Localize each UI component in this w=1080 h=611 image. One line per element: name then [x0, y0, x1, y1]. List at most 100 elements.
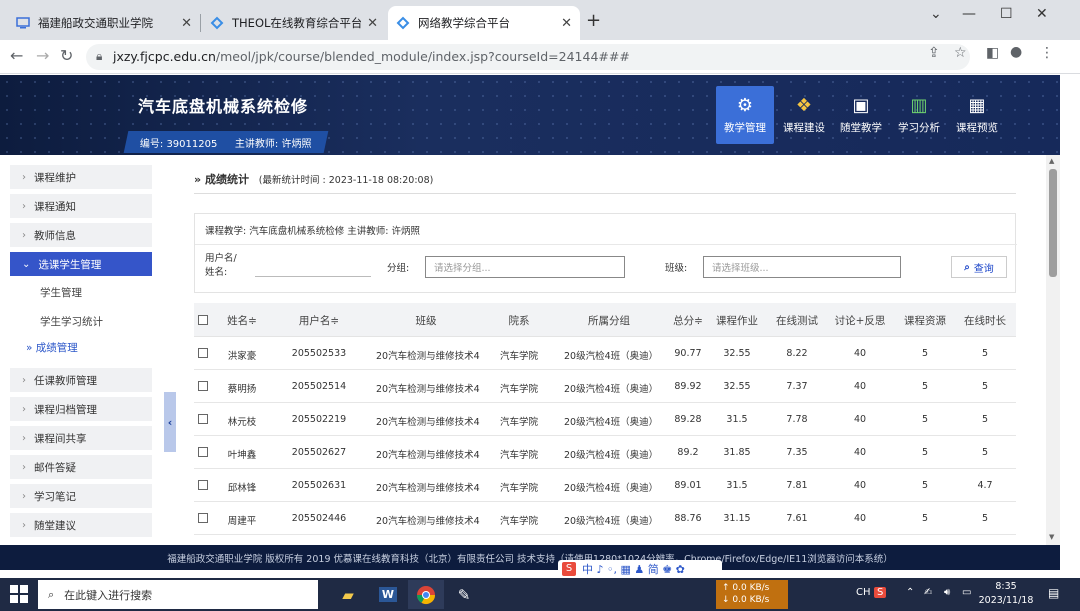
sogou-tray-icon[interactable]: S — [874, 587, 887, 598]
sidebar-item-suggestions[interactable]: › 随堂建议 — [10, 513, 152, 537]
cell-username: 205502533 — [291, 348, 347, 359]
pen-icon[interactable]: ✍ — [924, 587, 932, 598]
menu-dots-icon[interactable]: ⋮ — [1040, 45, 1054, 61]
nav-course-preview[interactable]: ▦ 课程预览 — [948, 86, 1006, 144]
sidebar-item-course-sharing[interactable]: › 课程间共享 — [10, 426, 152, 450]
chrome-icon[interactable] — [408, 580, 444, 609]
back-icon[interactable]: ← — [10, 46, 23, 65]
side-panel-icon[interactable]: ◧ — [986, 45, 999, 61]
divider — [194, 193, 1016, 194]
close-tab-icon[interactable]: ✕ — [181, 16, 192, 31]
row-checkbox[interactable] — [198, 480, 208, 490]
browser-tab-3[interactable]: 网络教学综合平台 ✕ — [388, 6, 580, 40]
cell-homework: 31.5 — [726, 480, 748, 491]
nav-learning-analysis[interactable]: ▥ 学习分析 — [890, 86, 948, 144]
col-total[interactable]: 总分≑ — [670, 313, 706, 328]
maximize-button[interactable]: ☐ — [1000, 6, 1013, 22]
cell-discussion: 40 — [853, 414, 867, 425]
row-checkbox[interactable] — [198, 348, 208, 358]
table-row: 周建平 205502446 20汽车检测与维修技术4 汽车学院 20级汽检4班（奥迪） 8… — [194, 502, 1016, 535]
nav-course-building[interactable]: ❖ 课程建设 — [775, 86, 833, 144]
select-all-checkbox[interactable] — [198, 315, 208, 325]
browser-tab-2[interactable]: THEOL在线教育综合平台-福建船 ✕ — [202, 6, 386, 40]
query-label: 查询 — [973, 263, 994, 275]
sidebar-subitem-learning-stats[interactable]: 学生学习统计 — [40, 314, 103, 329]
row-checkbox[interactable] — [198, 381, 208, 391]
word-icon[interactable]: W — [370, 580, 406, 609]
page-scrollbar[interactable]: ▲ ▼ — [1046, 155, 1060, 545]
sidebar-subitem-student-manage[interactable]: 学生管理 — [40, 285, 82, 300]
forward-icon[interactable]: → — [36, 46, 49, 65]
monitor-icon — [16, 17, 30, 29]
close-window-button[interactable]: ✕ — [1036, 6, 1048, 22]
sidebar-item-mail-qa[interactable]: › 邮件答疑 — [10, 455, 152, 479]
sidebar-item-study-notes[interactable]: › 学习笔记 — [10, 484, 152, 508]
row-checkbox[interactable] — [198, 513, 208, 523]
nav-teaching-management[interactable]: ⚙ 教学管理 — [716, 86, 774, 144]
address-bar[interactable]: 🔒︎ jxzy.fjcpc.edu.cn/meol/jpk/course/ble… — [86, 44, 970, 70]
windows-start-icon[interactable] — [10, 585, 28, 603]
page-title: 成绩统计 — [204, 173, 249, 186]
show-hidden-icons-icon[interactable]: ⌃ — [906, 587, 914, 598]
paint-app-icon[interactable]: ✎ — [446, 580, 482, 609]
close-tab-icon[interactable]: ✕ — [561, 16, 572, 31]
sidebar-item-course-maintenance[interactable]: › 课程维护 — [10, 165, 152, 189]
battery-icon[interactable]: ▭ — [962, 587, 971, 598]
tab-search-dropdown-icon[interactable]: ⌄ — [930, 6, 942, 22]
sidebar-item-student-management[interactable]: ⌄ 选课学生管理 — [10, 252, 152, 276]
chevron-right-icon: › — [22, 229, 26, 241]
language-indicator[interactable]: CH — [856, 587, 871, 598]
net-down: ↓ 0.0 KB/s — [722, 595, 770, 605]
profile-icon[interactable]: ● — [1010, 44, 1022, 60]
cell-username: 205502627 — [291, 447, 347, 458]
taskbar-search-input[interactable]: ⌕ 在此键入进行搜索 — [38, 580, 318, 609]
nav-classroom-teaching[interactable]: ▣ 随堂教学 — [832, 86, 890, 144]
table-row: 邱林锋 205502631 20汽车检测与维修技术4 汽车学院 20级汽检4班（奥迪） 8… — [194, 469, 1016, 502]
clock-date: 2023/11/18 — [978, 595, 1034, 606]
cell-online-time: 5 — [981, 447, 989, 458]
cell-group: 20级汽检4班（奥迪） — [564, 351, 659, 362]
scroll-down-icon[interactable]: ▼ — [1049, 533, 1054, 541]
class-select[interactable]: 请选择班级... — [703, 256, 901, 278]
nav-label: 课程建设 — [783, 122, 825, 134]
cell-homework: 31.5 — [726, 414, 748, 425]
cell-class: 20汽车检测与维修技术4 — [376, 417, 480, 428]
ime-toolbar[interactable]: S 中 ♪ ◦, ▦ ♟ 简 ♚ ✿ — [558, 560, 722, 578]
sidebar-collapse-button[interactable]: ‹ — [164, 392, 176, 452]
query-button[interactable]: ⌕ 查询 — [951, 256, 1007, 278]
sidebar-item-course-notice[interactable]: › 课程通知 — [10, 194, 152, 218]
theol-logo-icon — [396, 16, 410, 30]
bookmark-star-icon[interactable]: ☆ — [954, 45, 967, 61]
row-checkbox[interactable] — [198, 414, 208, 424]
url-text: jxzy.fjcpc.edu.cn/meol/jpk/course/blende… — [113, 49, 630, 64]
cell-total: 89.92 — [674, 381, 702, 392]
sogou-ime-icon: S — [562, 562, 576, 576]
sidebar-item-teacher-management[interactable]: › 任课教师管理 — [10, 368, 152, 392]
scroll-thumb[interactable] — [1049, 169, 1057, 277]
sidebar-subitem-grade-management[interactable]: » 成绩管理 — [26, 340, 78, 355]
new-tab-button[interactable]: + — [586, 10, 601, 31]
col-name[interactable]: 姓名≑ — [222, 313, 262, 328]
group-select[interactable]: 请选择分组... — [425, 256, 625, 278]
browser-tab-1[interactable]: 福建船政交通职业学院 ✕ — [8, 6, 200, 40]
notification-icon[interactable]: ▤ — [1048, 586, 1059, 600]
cell-department: 汽车学院 — [499, 483, 538, 494]
reload-icon[interactable]: ↻ — [60, 46, 73, 65]
share-icon[interactable]: ⇪ — [928, 45, 940, 61]
col-username[interactable]: 用户名≑ — [284, 313, 354, 328]
file-explorer-icon[interactable]: ▰ — [330, 580, 366, 609]
sidebar-item-archive[interactable]: › 课程归档管理 — [10, 397, 152, 421]
sidebar-item-teacher-info[interactable]: › 教师信息 — [10, 223, 152, 247]
cell-online-test: 7.61 — [786, 513, 808, 524]
row-checkbox[interactable] — [198, 447, 208, 457]
cell-total: 88.76 — [674, 513, 702, 524]
minimize-button[interactable]: — — [962, 6, 976, 22]
preview-icon: ▦ — [968, 95, 986, 116]
cell-name: 周建平 — [227, 516, 257, 527]
scroll-up-icon[interactable]: ▲ — [1049, 157, 1054, 165]
table-header: 姓名≑ 用户名≑ 班级 院系 所属分组 总分≑ 课程作业 在线测试 讨论+反思 … — [194, 303, 1016, 337]
username-input[interactable] — [255, 276, 371, 277]
close-tab-icon[interactable]: ✕ — [367, 16, 378, 31]
system-clock[interactable]: 8:35 2023/11/18 — [976, 580, 1036, 608]
volume-icon[interactable]: 🔊︎ — [944, 587, 950, 598]
